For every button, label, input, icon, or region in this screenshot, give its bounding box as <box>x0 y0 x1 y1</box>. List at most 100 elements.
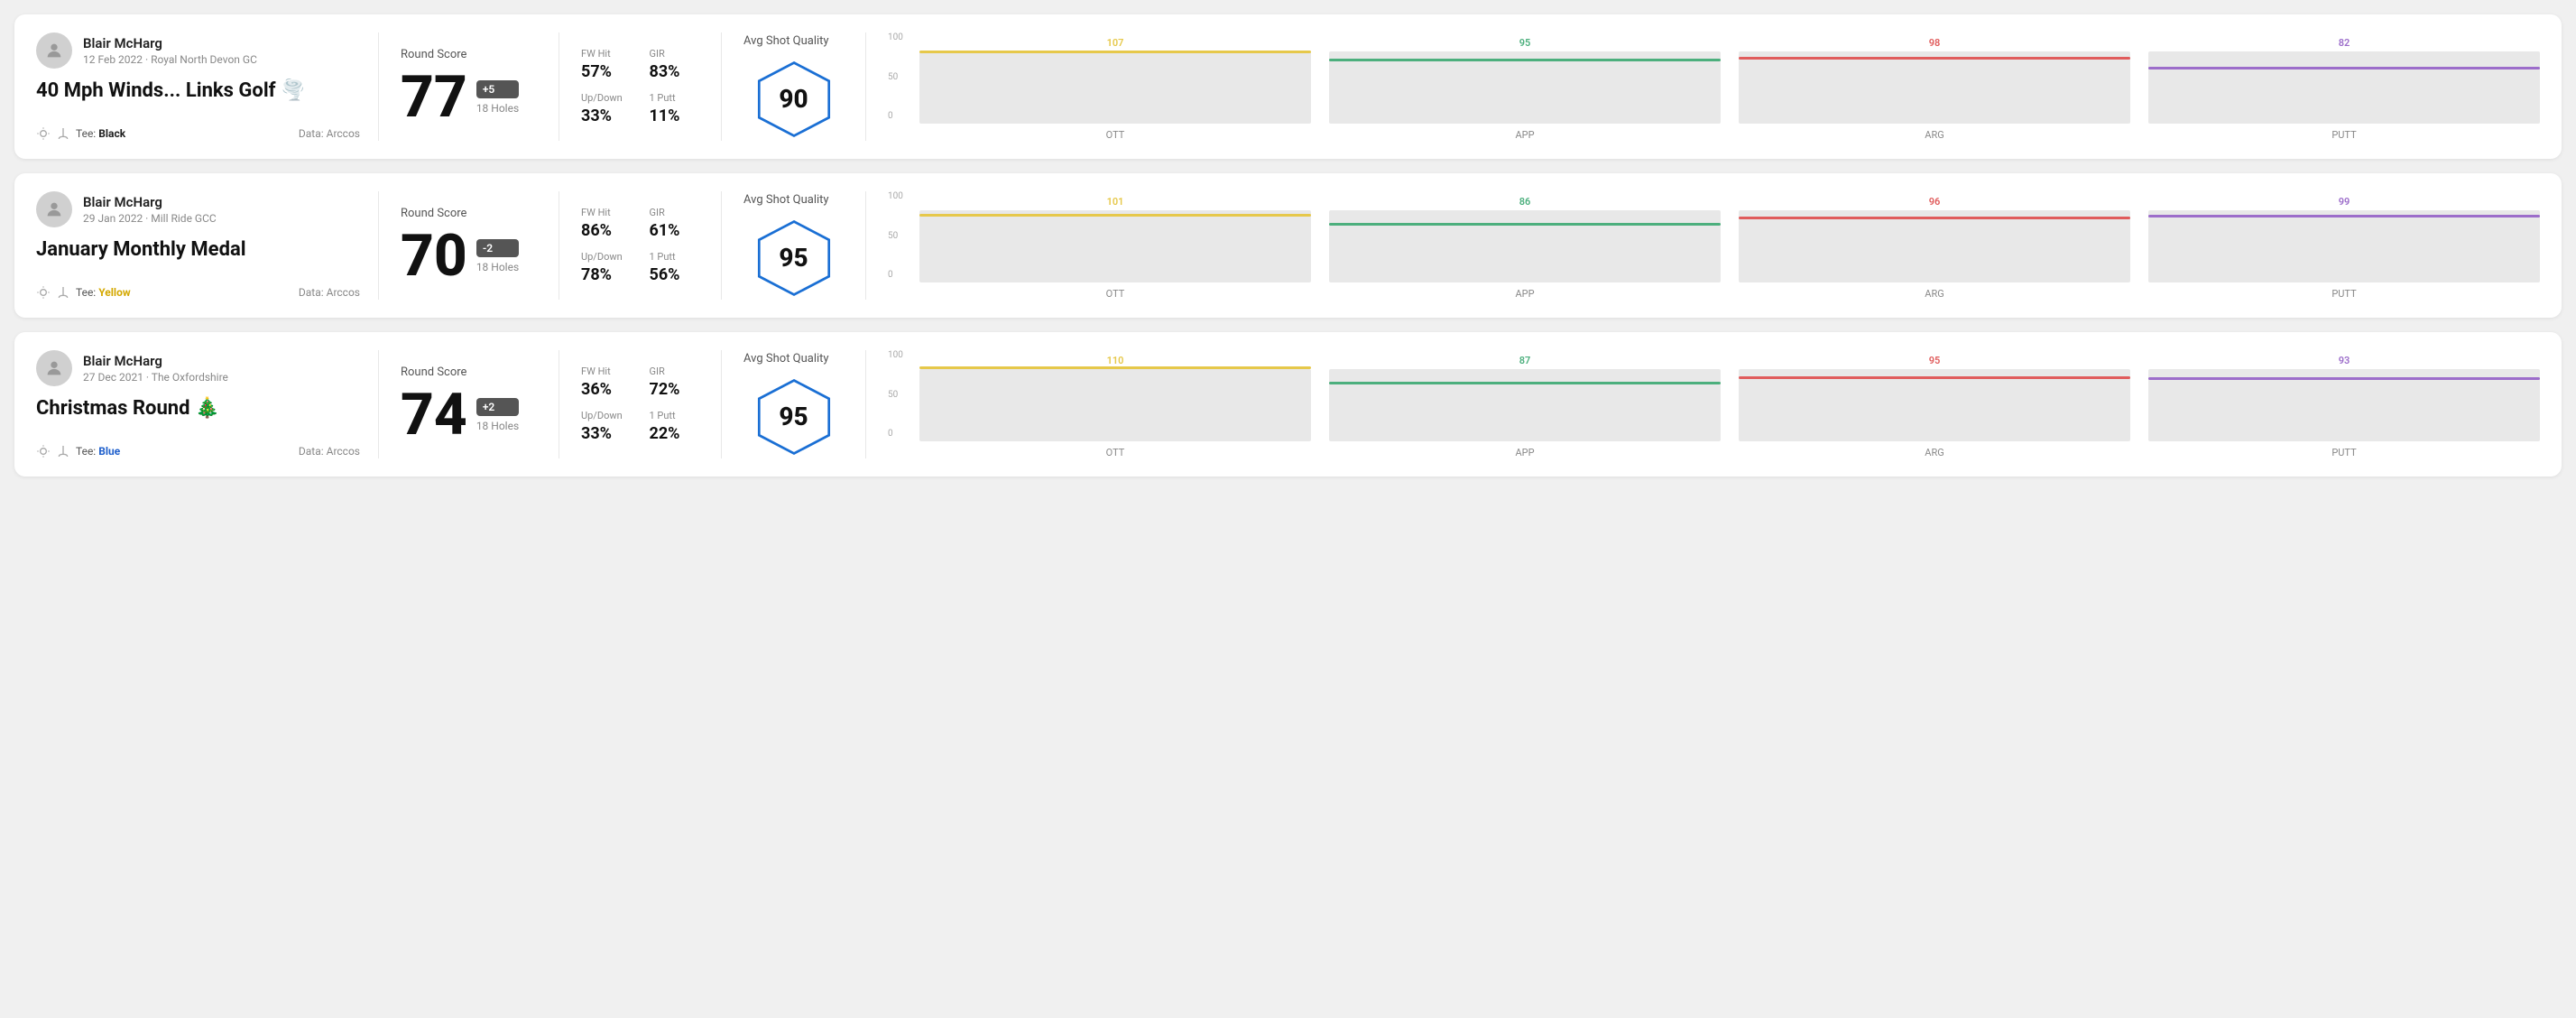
bar-axis-label: OTT <box>1106 288 1125 300</box>
score-row: 77 +5 18 Holes <box>401 69 537 126</box>
stats-section: FW Hit 36% GIR 72% Up/Down 33% 1 Putt 22… <box>559 350 722 458</box>
chart-column-app: 95 APP <box>1329 37 1721 141</box>
score-section: Round Score 70 -2 18 Holes <box>379 191 559 300</box>
footer-info: Tee: Blue Data: Arccos <box>36 444 360 458</box>
bar-line <box>1739 57 2130 60</box>
score-section: Round Score 74 +2 18 Holes <box>379 350 559 458</box>
bar-wrapper <box>2148 51 2540 124</box>
chart-column-ott: 107 OTT <box>919 37 1311 141</box>
hex-score: 95 <box>779 243 808 273</box>
stats-section: FW Hit 57% GIR 83% Up/Down 33% 1 Putt 11… <box>559 32 722 141</box>
bar-value: 96 <box>1929 196 1941 208</box>
stat-one-putt: 1 Putt 56% <box>650 251 700 284</box>
score-number: 77 <box>401 69 467 126</box>
y-label-100: 100 <box>888 350 903 360</box>
chart-section: 100 50 0 110 OTT 87 APP <box>866 350 2540 458</box>
stat-fw-hit-label: FW Hit <box>581 48 632 60</box>
bar-value: 99 <box>2339 196 2350 208</box>
stat-fw-hit-label: FW Hit <box>581 366 632 377</box>
round-title: 40 Mph Winds... Links Golf 🌪️ <box>36 79 360 102</box>
golf-icon <box>56 444 70 458</box>
bar-axis-label: ARG <box>1925 447 1944 458</box>
bar-bg <box>919 51 1311 124</box>
stat-updown-value: 78% <box>581 265 632 284</box>
score-badge: +2 <box>476 398 519 416</box>
bar-chart: 107 OTT 95 APP 98 <box>919 32 2540 141</box>
bar-value: 86 <box>1519 196 1531 208</box>
stat-updown: Up/Down 33% <box>581 410 632 443</box>
stats-section: FW Hit 86% GIR 61% Up/Down 78% 1 Putt 56… <box>559 191 722 300</box>
bar-wrapper <box>2148 369 2540 441</box>
score-badge-container: +2 18 Holes <box>476 398 519 432</box>
bar-chart-outer: 100 50 0 101 OTT 86 APP <box>888 191 2540 300</box>
y-label-0: 0 <box>888 270 903 280</box>
round-title: January Monthly Medal <box>36 238 360 261</box>
chart-column-app: 87 APP <box>1329 355 1721 458</box>
footer-info: Tee: Yellow Data: Arccos <box>36 285 360 300</box>
bar-wrapper <box>919 51 1311 124</box>
user-name: Blair McHarg <box>83 35 257 51</box>
stat-gir: GIR 61% <box>650 207 700 240</box>
golf-icon <box>56 126 70 141</box>
stat-gir-label: GIR <box>650 366 700 377</box>
bar-axis-label: ARG <box>1925 288 1944 300</box>
bar-value: 98 <box>1929 37 1941 49</box>
quality-section: Avg Shot Quality 90 <box>722 32 866 141</box>
stat-gir-value: 83% <box>650 62 700 81</box>
tee-info: Tee: Yellow <box>36 285 131 300</box>
user-date-course: 27 Dec 2021 · The Oxfordshire <box>83 371 228 384</box>
y-label-100: 100 <box>888 191 903 201</box>
bar-value: 82 <box>2339 37 2350 49</box>
bar-line <box>919 51 1311 53</box>
hex-score: 95 <box>779 402 808 431</box>
quality-label: Avg Shot Quality <box>743 352 829 366</box>
chart-column-arg: 96 ARG <box>1739 196 2130 300</box>
bar-chart: 101 OTT 86 APP 96 <box>919 191 2540 300</box>
stat-gir-value: 72% <box>650 380 700 399</box>
bar-chart-outer: 100 50 0 110 OTT 87 APP <box>888 350 2540 458</box>
tee-info: Tee: Blue <box>36 444 120 458</box>
bar-line <box>1739 217 2130 219</box>
bar-wrapper <box>919 210 1311 282</box>
user-info: Blair McHarg 27 Dec 2021 · The Oxfordshi… <box>36 350 360 386</box>
bar-wrapper <box>1739 369 2130 441</box>
stat-one-putt: 1 Putt 22% <box>650 410 700 443</box>
bar-line <box>2148 215 2540 217</box>
tee-info: Tee: Black <box>36 126 125 141</box>
bar-line <box>1329 59 1721 61</box>
score-section-label: Round Score <box>401 366 537 379</box>
stat-updown-label: Up/Down <box>581 92 632 104</box>
y-label-50: 50 <box>888 390 903 400</box>
bar-wrapper <box>1329 210 1721 282</box>
stat-fw-hit-value: 57% <box>581 62 632 81</box>
stat-gir-label: GIR <box>650 48 700 60</box>
data-source: Data: Arccos <box>299 445 360 458</box>
score-row: 74 +2 18 Holes <box>401 386 537 444</box>
hexagon-container: 95 <box>753 376 835 458</box>
score-badge: -2 <box>476 239 519 257</box>
bar-wrapper <box>2148 210 2540 282</box>
score-section-label: Round Score <box>401 48 537 61</box>
left-section: Blair McHarg 29 Jan 2022 · Mill Ride GCC… <box>36 191 379 300</box>
bar-axis-label: APP <box>1515 129 1534 141</box>
tee-label: Tee: Yellow <box>76 286 131 299</box>
stat-updown-label: Up/Down <box>581 251 632 263</box>
stat-updown: Up/Down 33% <box>581 92 632 125</box>
stat-one-putt-label: 1 Putt <box>650 410 700 421</box>
chart-column-putt: 99 PUTT <box>2148 196 2540 300</box>
stat-fw-hit-label: FW Hit <box>581 207 632 218</box>
chart-section: 100 50 0 107 OTT 95 APP <box>866 32 2540 141</box>
quality-label: Avg Shot Quality <box>743 34 829 48</box>
bar-value: 101 <box>1107 196 1124 208</box>
bar-line <box>1739 376 2130 379</box>
bar-wrapper <box>1739 51 2130 124</box>
chart-column-arg: 95 ARG <box>1739 355 2130 458</box>
avatar <box>36 32 72 69</box>
avatar <box>36 350 72 386</box>
bar-bg <box>2148 369 2540 441</box>
y-label-50: 50 <box>888 231 903 241</box>
score-holes: 18 Holes <box>476 420 519 432</box>
bar-wrapper <box>1329 51 1721 124</box>
stats-grid: FW Hit 57% GIR 83% Up/Down 33% 1 Putt 11… <box>581 48 699 125</box>
stat-one-putt: 1 Putt 11% <box>650 92 700 125</box>
